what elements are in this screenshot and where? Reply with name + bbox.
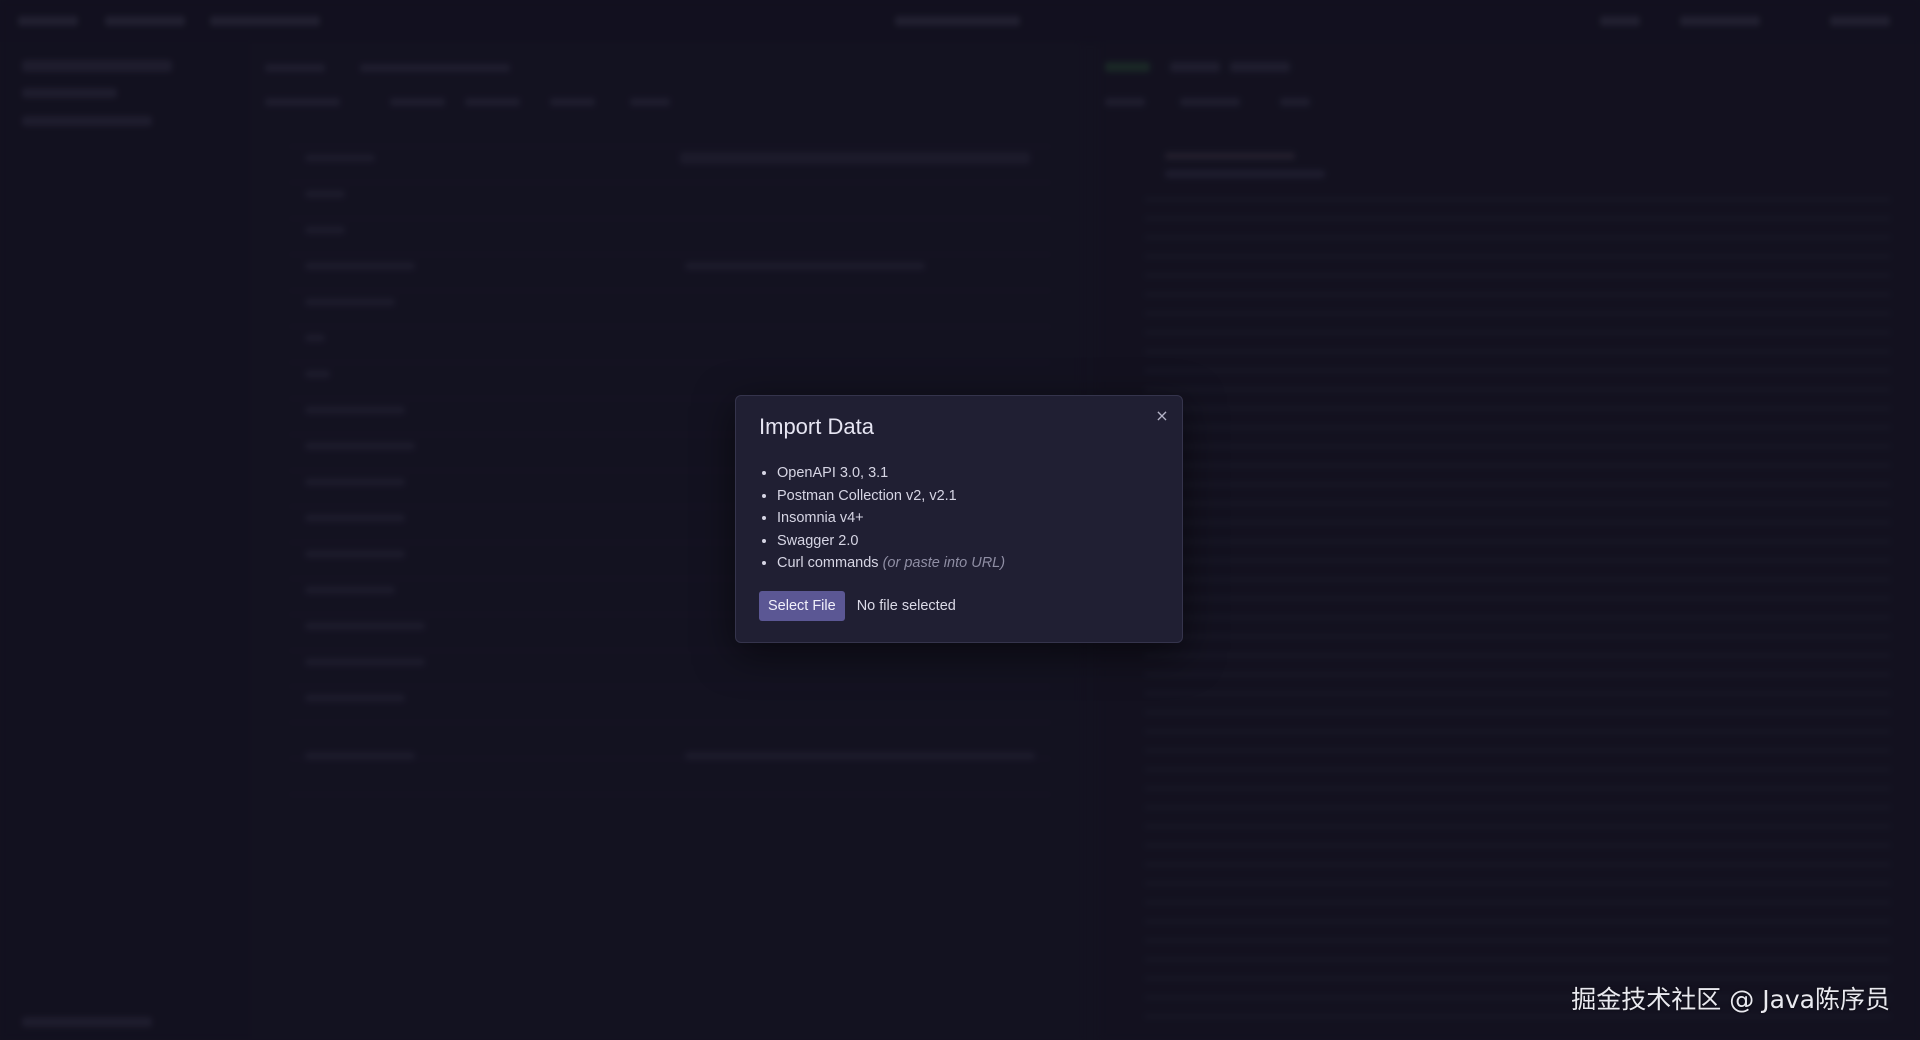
file-picker: Select File No file selected: [759, 591, 956, 621]
file-status: No file selected: [856, 598, 956, 614]
watermark: 掘金技术社区 @ Java陈序员: [1571, 985, 1890, 1014]
format-label: Postman Collection v2, v2.1: [777, 487, 957, 504]
list-item: Curl commands (or paste into URL): [777, 552, 1005, 575]
list-item: Swagger 2.0: [777, 530, 1005, 553]
list-item: Insomnia v4+: [777, 507, 1005, 530]
format-label: OpenAPI 3.0, 3.1: [777, 465, 889, 481]
format-label: Curl commands: [777, 555, 879, 572]
close-icon[interactable]: ×: [1152, 406, 1172, 426]
import-data-dialog: × Import Data OpenAPI 3.0, 3.1 Postman C…: [735, 395, 1183, 643]
app-window: × Import Data OpenAPI 3.0, 3.1 Postman C…: [0, 0, 1920, 1040]
supported-formats-list: OpenAPI 3.0, 3.1 Postman Collection v2, …: [759, 462, 1005, 575]
list-item: OpenAPI 3.0, 3.1: [777, 462, 1005, 485]
dialog-title: Import Data: [759, 414, 874, 439]
format-label: Insomnia v4+: [777, 510, 864, 527]
format-hint: (or paste into URL): [882, 555, 1006, 572]
select-file-button[interactable]: Select File: [759, 591, 845, 621]
format-label: Swagger 2.0: [777, 532, 859, 549]
list-item: Postman Collection v2, v2.1: [777, 485, 1005, 508]
